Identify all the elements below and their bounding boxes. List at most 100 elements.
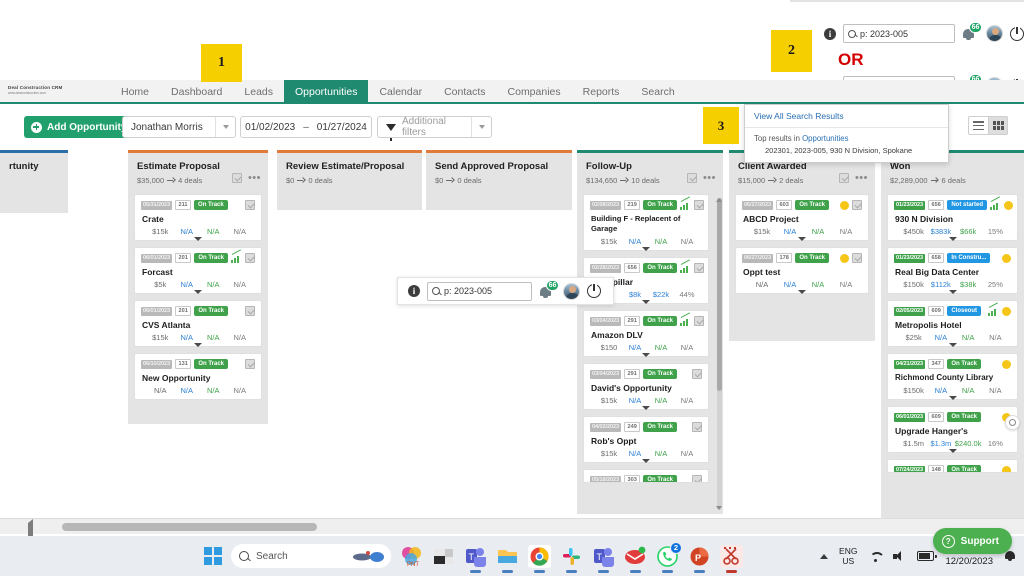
card-checkbox[interactable] xyxy=(245,306,255,316)
opportunity-card[interactable]: 06/01/2023 201 On Track CVS Atlanta $15k… xyxy=(134,300,262,347)
card-expand-icon[interactable] xyxy=(949,449,957,453)
battery-icon[interactable] xyxy=(917,551,934,561)
mail-icon[interactable] xyxy=(624,545,647,568)
card-expand-icon[interactable] xyxy=(642,247,650,251)
photos-icon[interactable] xyxy=(432,545,455,568)
column-menu-icon[interactable]: ••• xyxy=(248,175,261,181)
card-expand-icon[interactable] xyxy=(194,290,202,294)
column-menu-icon[interactable]: ••• xyxy=(703,175,716,181)
card-checkbox[interactable] xyxy=(692,422,702,432)
scroll-down-icon[interactable] xyxy=(715,504,723,512)
card-value-2[interactable]: $112k xyxy=(927,280,954,289)
opportunity-card[interactable]: 03/04/2023 291 On Track David's Opportun… xyxy=(583,363,709,410)
slack-icon[interactable] xyxy=(560,545,583,568)
forecast-chart-icon[interactable] xyxy=(990,201,1001,210)
forecast-chart-icon[interactable] xyxy=(988,307,999,316)
nav-item-opportunities[interactable]: Opportunities xyxy=(284,80,368,104)
board-horizontal-scrollbar[interactable] xyxy=(0,518,1024,534)
card-expand-icon[interactable] xyxy=(798,237,806,241)
card-value-2[interactable]: N/A xyxy=(622,343,648,352)
power-icon-top[interactable] xyxy=(1010,27,1024,41)
nav-item-contacts[interactable]: Contacts xyxy=(433,80,496,104)
card-checkbox[interactable] xyxy=(694,316,704,326)
nav-item-dashboard[interactable]: Dashboard xyxy=(160,80,233,104)
card-value-2[interactable]: N/A xyxy=(174,386,201,395)
list-view-button[interactable] xyxy=(968,116,988,135)
opportunity-card[interactable]: 07/24/2023 148 On Track xyxy=(887,459,1018,473)
card-expand-icon[interactable] xyxy=(798,290,806,294)
opportunity-card[interactable]: 02/05/2023 609 Closeout Metropolis Hotel… xyxy=(887,300,1018,347)
card-expand-icon[interactable] xyxy=(642,459,650,463)
opportunity-card[interactable]: 04/21/2023 347 On Track Richmond County … xyxy=(887,353,1018,400)
card-value-2[interactable]: N/A xyxy=(622,396,648,405)
power-icon-floating[interactable] xyxy=(587,284,601,298)
nav-item-companies[interactable]: Companies xyxy=(497,80,572,104)
crm-logo[interactable]: Deal Construction CRM www.dealconstructi… xyxy=(8,85,76,99)
forecast-chart-icon[interactable] xyxy=(680,201,691,210)
card-value-2[interactable]: N/A xyxy=(927,333,954,342)
notifications-bell-top[interactable]: 66 xyxy=(962,25,979,42)
search-input-top[interactable]: p: 2023-005 xyxy=(843,24,955,43)
card-value-2[interactable]: N/A xyxy=(174,227,201,236)
whatsapp-icon[interactable]: 2 xyxy=(656,545,679,568)
opportunity-card[interactable]: 06/10/2023 131 On Track New Opportunity … xyxy=(134,353,262,400)
card-value-3[interactable]: $22k xyxy=(648,290,674,299)
card-checkbox[interactable] xyxy=(245,200,255,210)
card-value-2[interactable]: N/A xyxy=(776,227,804,236)
card-expand-icon[interactable] xyxy=(194,237,202,241)
avatar-floating[interactable] xyxy=(563,283,580,300)
opportunity-card[interactable]: 03/04/2023 291 On Track Amazon DLV $150 … xyxy=(583,310,709,357)
powerpoint-icon[interactable]: P xyxy=(688,545,711,568)
card-expand-icon[interactable] xyxy=(949,343,957,347)
additional-filters-select[interactable]: Additional filters xyxy=(377,116,492,138)
forecast-chart-icon[interactable] xyxy=(680,317,691,326)
opportunity-card[interactable]: 02/08/2023 219 On Track Building F - Rep… xyxy=(583,194,709,251)
opportunity-card[interactable]: 05/18/2023 303 On Track xyxy=(583,469,709,483)
opportunity-card[interactable]: 06/27/2023 178 On Track Oppt test N/A N/… xyxy=(735,247,869,294)
card-expand-icon[interactable] xyxy=(949,237,957,241)
teams2-icon[interactable]: T xyxy=(592,545,615,568)
card-expand-icon[interactable] xyxy=(949,396,957,400)
snipping-tool-icon[interactable] xyxy=(720,545,743,568)
show-hidden-icons-icon[interactable] xyxy=(820,554,828,559)
opportunity-card[interactable]: 06/01/2023 609 On Track Upgrade Hanger's… xyxy=(887,406,1018,453)
card-checkbox[interactable] xyxy=(852,200,862,210)
card-expand-icon[interactable] xyxy=(642,353,650,357)
nav-item-reports[interactable]: Reports xyxy=(572,80,631,104)
nav-item-home[interactable]: Home xyxy=(110,80,160,104)
card-expand-icon[interactable] xyxy=(642,300,650,304)
opportunity-card[interactable]: 06/27/2023 603 On Track ABCD Project $15… xyxy=(735,194,869,241)
select-all-checkbox[interactable] xyxy=(687,173,697,183)
column-menu-icon[interactable]: ••• xyxy=(855,175,868,181)
card-value-2[interactable]: N/A xyxy=(622,449,648,458)
card-expand-icon[interactable] xyxy=(642,406,650,410)
search-result-item[interactable]: 202301, 2023-005, 930 N Division, Spokan… xyxy=(745,146,948,162)
date-range-field[interactable]: 01/02/2023 – 01/27/2024 xyxy=(240,116,372,138)
card-value-2[interactable]: $8k xyxy=(622,290,648,299)
card-value-2[interactable]: N/A xyxy=(174,333,201,342)
nav-item-search[interactable]: Search xyxy=(630,80,685,104)
scroll-up-icon[interactable] xyxy=(715,196,723,204)
scrollbar-thumb[interactable] xyxy=(717,198,722,391)
panel-resize-handle[interactable] xyxy=(1005,415,1020,430)
card-value-2[interactable]: N/A xyxy=(776,280,804,289)
language-indicator[interactable]: ENG US xyxy=(839,546,857,566)
card-checkbox[interactable] xyxy=(692,475,702,483)
card-value-2[interactable]: N/A xyxy=(174,280,201,289)
floating-search-input[interactable]: p: 2023-005 xyxy=(427,282,532,301)
taskbar-search-input[interactable]: Search xyxy=(231,544,391,568)
opportunity-card[interactable]: 04/02/2023 249 On Track Rob's Oppt $15k … xyxy=(583,416,709,463)
card-expand-icon[interactable] xyxy=(194,343,202,347)
owner-select[interactable]: Jonathan Morris xyxy=(122,116,236,138)
wifi-icon[interactable] xyxy=(868,551,882,562)
notifications-bell-floating[interactable]: 66 xyxy=(539,283,556,300)
card-value-2[interactable]: N/A xyxy=(622,237,648,246)
card-value-2[interactable]: $383k xyxy=(927,227,954,236)
volume-icon[interactable] xyxy=(893,551,906,562)
nav-item-calendar[interactable]: Calendar xyxy=(368,80,433,104)
teams-icon[interactable]: T xyxy=(464,545,487,568)
view-all-search-results-link[interactable]: View All Search Results xyxy=(745,105,948,128)
avatar-top[interactable] xyxy=(986,25,1003,42)
horizontal-scrollbar-thumb[interactable] xyxy=(62,523,317,531)
opportunity-card[interactable]: 01/23/2023 656 Not started 930 N Divisio… xyxy=(887,194,1018,241)
